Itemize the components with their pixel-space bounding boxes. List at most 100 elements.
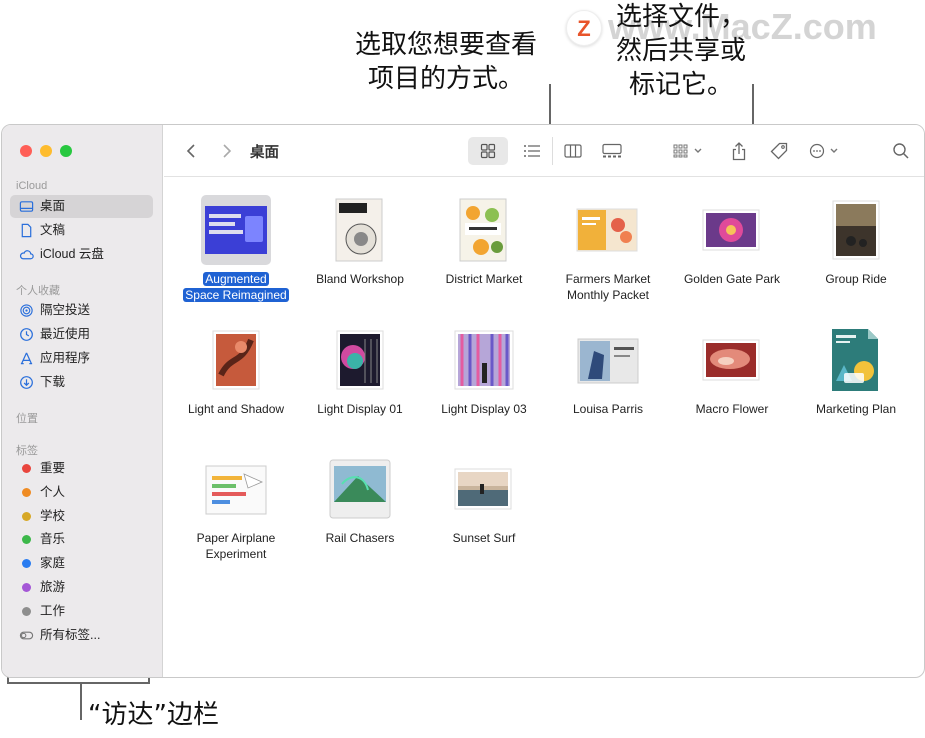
sidebar-tag-important[interactable]: 重要 xyxy=(10,457,153,480)
image-thumbnail xyxy=(336,330,384,390)
blue-tag-dot xyxy=(22,559,31,568)
zoom-button[interactable] xyxy=(60,145,72,157)
sidebar-tag-travel[interactable]: 旅游 xyxy=(10,576,153,599)
sidebar-item-icloud-drive[interactable]: iCloud 云盘 xyxy=(10,243,153,266)
sidebar-item-label: 下载 xyxy=(40,375,66,389)
finder-toolbar: 桌面 xyxy=(164,125,924,177)
file-name: Rail Chasers xyxy=(325,531,395,545)
sidebar-item-desktop[interactable]: 桌面 xyxy=(10,195,153,218)
forward-button[interactable] xyxy=(216,137,238,165)
file-name: Augmented Space Reimagined xyxy=(183,272,289,302)
file-paper-airplane-experiment[interactable]: Paper Airplane Experiment xyxy=(174,454,298,562)
chevron-down-icon xyxy=(694,148,702,153)
sidebar-item-documents[interactable]: 文稿 xyxy=(10,219,153,242)
sidebar-item-label: 文稿 xyxy=(40,223,66,237)
sidebar-item-label: 工作 xyxy=(40,604,66,618)
file-macro-flower[interactable]: Macro Flower xyxy=(670,325,794,417)
section-header-tags: 标签 xyxy=(16,445,38,457)
chevron-right-icon xyxy=(223,144,232,158)
view-callout: 选取您想要查看 项目的方式。 xyxy=(346,28,546,96)
chevron-down-icon xyxy=(830,148,838,153)
green-tag-dot xyxy=(22,535,31,544)
file-name: Paper Airplane Experiment xyxy=(196,531,276,561)
tag-button[interactable] xyxy=(764,137,794,165)
file-name: Sunset Surf xyxy=(452,531,516,545)
file-golden-gate-park[interactable]: Golden Gate Park xyxy=(670,195,794,287)
document-thumbnail xyxy=(577,338,639,384)
column-view-button[interactable] xyxy=(552,137,592,165)
sidebar-tag-work[interactable]: 工作 xyxy=(10,600,153,623)
file-name: Golden Gate Park xyxy=(683,272,781,286)
sidebar-item-label: 隔空投送 xyxy=(40,303,91,317)
file-augmented-space-reimagined[interactable]: Augmented Space Reimagined xyxy=(174,195,298,303)
search-icon xyxy=(893,143,909,159)
sidebar-tag-school[interactable]: 学校 xyxy=(10,505,153,528)
yellow-tag-dot xyxy=(22,512,31,521)
file-louisa-parris[interactable]: Louisa Parris xyxy=(546,325,670,417)
file-group-ride[interactable]: Group Ride xyxy=(794,195,918,287)
window-title: 桌面 xyxy=(250,145,279,161)
presentation-thumbnail xyxy=(205,206,267,254)
apps-icon xyxy=(20,352,33,365)
sidebar-item-recents[interactable]: 最近使用 xyxy=(10,323,153,346)
image-thumbnail xyxy=(702,339,760,381)
file-farmers-market-monthly-packet[interactable]: Farmers Market Monthly Packet xyxy=(546,195,670,303)
file-name: Group Ride xyxy=(825,272,887,286)
section-header-icloud: iCloud xyxy=(16,180,48,192)
minimize-button[interactable] xyxy=(40,145,52,157)
view-callout-line1: 选取您想要查看 xyxy=(354,30,537,60)
file-rail-chasers[interactable]: Rail Chasers xyxy=(298,454,422,546)
icon-view-button[interactable] xyxy=(468,137,508,165)
search-button[interactable] xyxy=(888,137,914,165)
sidebar-callout-line xyxy=(80,684,82,720)
share-callout-line2: 然后共享或 xyxy=(615,36,746,66)
file-light-display-03[interactable]: Light Display 03 xyxy=(422,325,546,417)
image-thumbnail xyxy=(832,200,880,260)
group-by-button[interactable] xyxy=(668,137,708,165)
gallery-view-button[interactable] xyxy=(592,137,632,165)
sidebar-item-applications[interactable]: 应用程序 xyxy=(10,347,153,370)
image-thumbnail xyxy=(454,330,514,390)
clock-icon xyxy=(20,328,33,341)
chevron-left-icon xyxy=(186,144,195,158)
sidebar-item-airdrop[interactable]: 隔空投送 xyxy=(10,299,153,322)
back-button[interactable] xyxy=(180,137,202,165)
file-light-display-01[interactable]: Light Display 01 xyxy=(298,325,422,417)
column-view-icon xyxy=(563,144,582,158)
file-sunset-surf[interactable]: Sunset Surf xyxy=(422,454,546,546)
sidebar-all-tags[interactable]: 所有标签... xyxy=(10,624,153,647)
orange-tag-dot xyxy=(22,488,31,497)
sidebar-item-label: 所有标签... xyxy=(40,628,101,642)
watermark-logo: Z xyxy=(566,10,602,46)
file-name: Farmers Market Monthly Packet xyxy=(565,272,651,302)
file-name: Louisa Parris xyxy=(572,402,644,416)
image-thumbnail xyxy=(454,468,512,510)
file-light-and-shadow[interactable]: Light and Shadow xyxy=(174,325,298,417)
file-thumbnail-selected xyxy=(201,195,271,265)
sidebar-item-label: 学校 xyxy=(40,509,66,523)
sidebar-tag-personal[interactable]: 个人 xyxy=(10,481,153,504)
file-name: Macro Flower xyxy=(695,402,769,416)
group-icon xyxy=(673,144,688,158)
close-button[interactable] xyxy=(20,145,32,157)
tag-icon xyxy=(770,142,788,160)
more-actions-button[interactable] xyxy=(804,137,844,165)
file-name: Light Display 03 xyxy=(441,402,527,416)
file-grid: Augmented Space Reimagined Bland Workshop… xyxy=(164,178,924,677)
share-callout-line xyxy=(752,84,754,129)
ellipsis-circle-icon xyxy=(809,143,825,159)
document-thumbnail xyxy=(329,459,391,519)
file-marketing-plan[interactable]: Marketing Plan xyxy=(794,325,918,417)
list-view-button[interactable] xyxy=(512,137,552,165)
file-bland-workshop[interactable]: Bland Workshop xyxy=(298,195,422,287)
share-callout-line1: 选择文件， xyxy=(615,2,746,32)
sidebar-item-downloads[interactable]: 下载 xyxy=(10,371,153,394)
sidebar-tag-family[interactable]: 家庭 xyxy=(10,552,153,575)
share-button[interactable] xyxy=(724,137,754,165)
file-district-market[interactable]: District Market xyxy=(422,195,546,287)
cloud-icon xyxy=(19,250,34,260)
all-tags-icon xyxy=(19,631,34,640)
finder-window: iCloud 桌面 文稿 iCloud 云盘 个人收藏 隔空投送 最近使用 应用… xyxy=(1,124,925,678)
sidebar-tag-music[interactable]: 音乐 xyxy=(10,528,153,551)
airdrop-icon xyxy=(20,304,33,317)
